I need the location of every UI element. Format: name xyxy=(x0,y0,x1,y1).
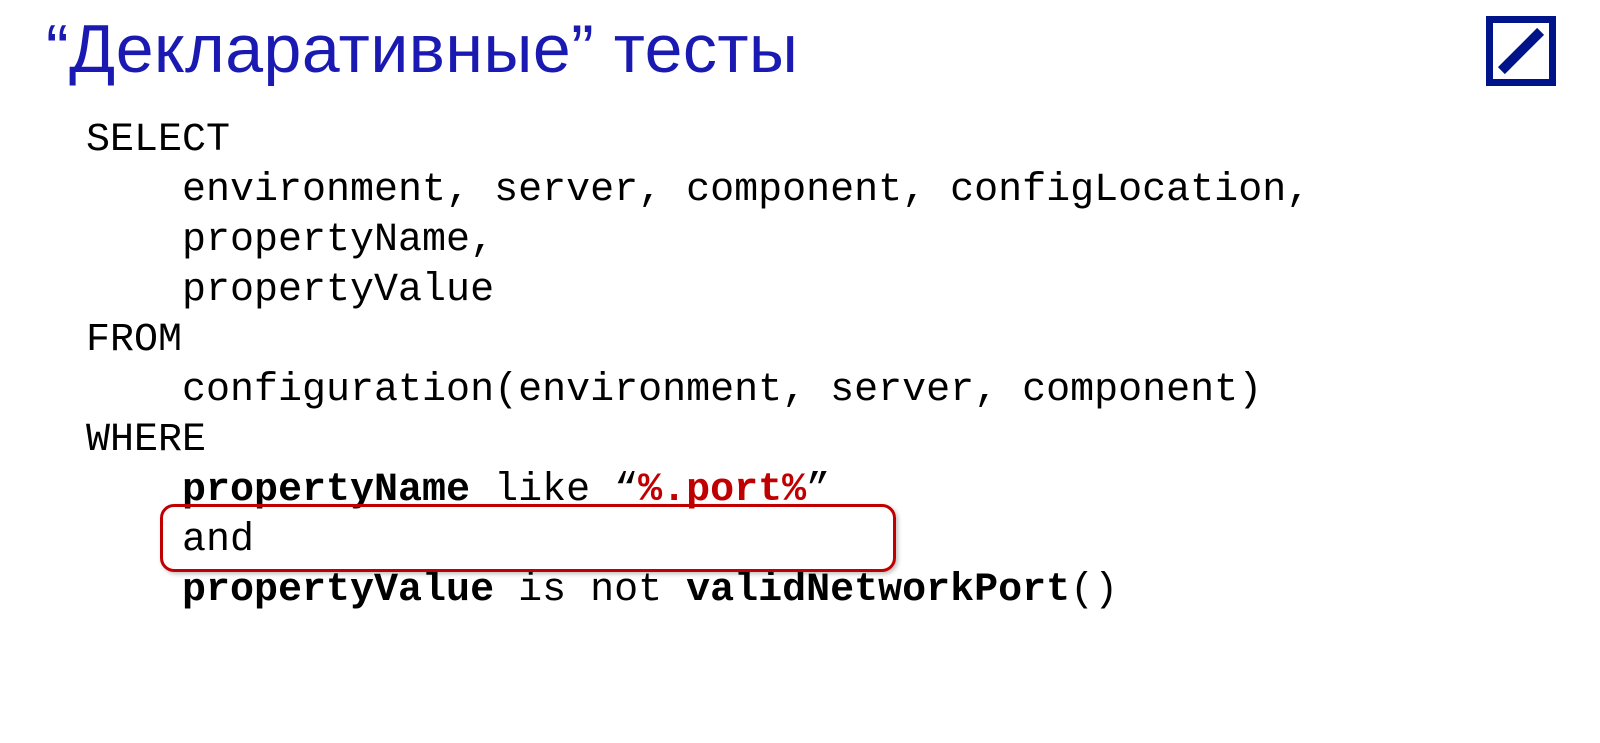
code-line-8-like: like “ xyxy=(470,468,638,513)
code-line-7: WHERE xyxy=(86,418,206,463)
code-line-8-end: ” xyxy=(806,468,830,513)
db-logo-icon xyxy=(1486,16,1556,86)
code-line-10-isnot: is not xyxy=(494,568,686,613)
code-line-10-fn: validNetworkPort xyxy=(686,568,1070,613)
code-line-10-indent xyxy=(86,568,182,613)
code-block: SELECT environment, server, component, c… xyxy=(86,116,1554,616)
code-line-8-port: %.port% xyxy=(638,468,806,513)
code-line-10-paren: () xyxy=(1070,568,1118,613)
code-line-8-propertyname: propertyName xyxy=(182,468,470,513)
code-line-8-indent xyxy=(86,468,182,513)
slide: “Декларативные” тесты SELECT environment… xyxy=(0,0,1600,743)
code-line-2: environment, server, component, configLo… xyxy=(86,168,1310,213)
code-line-3: propertyName, xyxy=(86,218,494,263)
code-line-10-propertyvalue: propertyValue xyxy=(182,568,494,613)
code-line-5: FROM xyxy=(86,318,182,363)
code-line-4: propertyValue xyxy=(86,268,494,313)
slide-title: “Декларативные” тесты xyxy=(46,10,1554,88)
code-line-6: configuration(environment, server, compo… xyxy=(86,368,1262,413)
code-line-9: and xyxy=(86,518,254,563)
code-line-1: SELECT xyxy=(86,118,230,163)
